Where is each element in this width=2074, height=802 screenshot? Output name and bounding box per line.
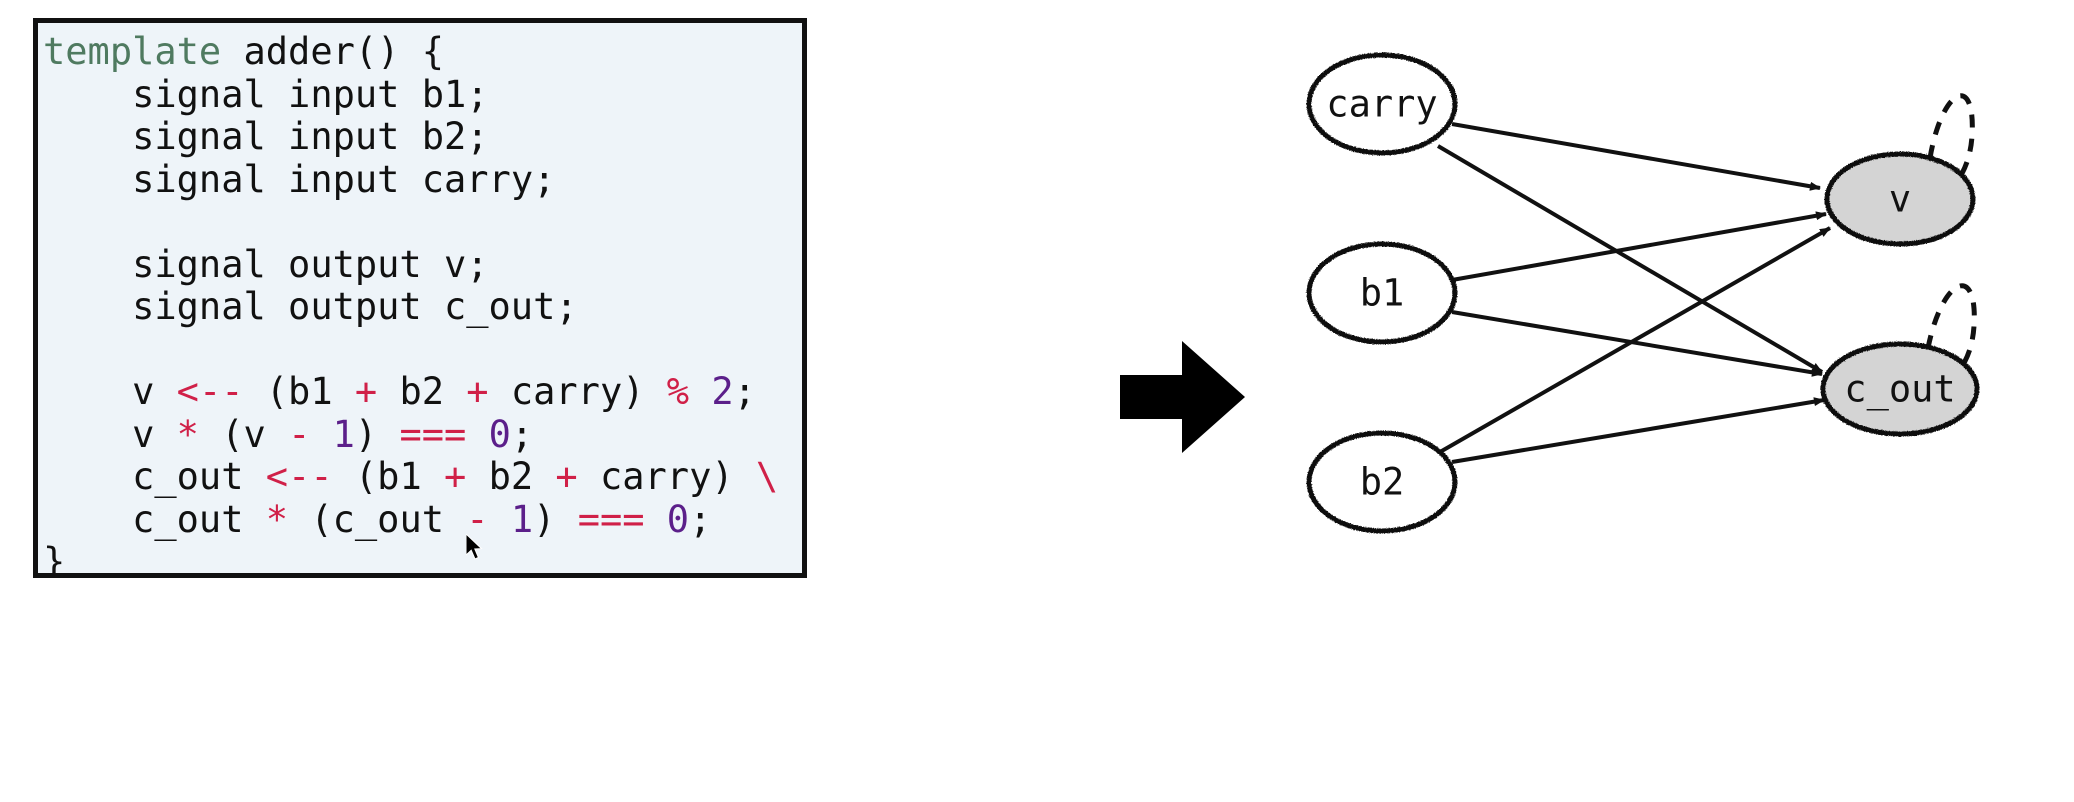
graph-node-c_out[interactable]: c_out — [1820, 341, 1980, 437]
edge-b2-c_out — [1451, 397, 1825, 464]
graph-node-label-c_out: c_out — [1844, 368, 1955, 412]
graph-node-v[interactable]: v — [1824, 151, 1976, 247]
mouse-pointer-icon — [466, 534, 483, 560]
edge-carry-v — [1451, 122, 1821, 191]
graph-nodes: carry b1 b2 v c_out — [1306, 52, 1980, 534]
graph-node-label-v: v — [1889, 178, 1911, 221]
thick-right-arrow-icon — [1120, 341, 1245, 453]
graph-node-label-b2: b2 — [1360, 461, 1405, 504]
edge-b1-v — [1451, 211, 1827, 282]
graph-edges — [1436, 122, 1831, 464]
graph-node-b2[interactable]: b2 — [1306, 430, 1458, 534]
edge-b1-c_out — [1451, 310, 1823, 377]
signal-dependency-graph: carry b1 b2 v c_out — [1306, 52, 1980, 534]
graph-node-label-b1: b1 — [1360, 272, 1405, 315]
graph-node-label-carry: carry — [1326, 83, 1437, 126]
graph-node-carry[interactable]: carry — [1306, 52, 1458, 156]
code-listing: template adder() { signal input b1; sign… — [43, 30, 802, 578]
page-root: template adder() { signal input b1; sign… — [0, 0, 2074, 802]
graph-node-b1[interactable]: b1 — [1306, 241, 1458, 345]
code-panel: template adder() { signal input b1; sign… — [33, 18, 807, 578]
